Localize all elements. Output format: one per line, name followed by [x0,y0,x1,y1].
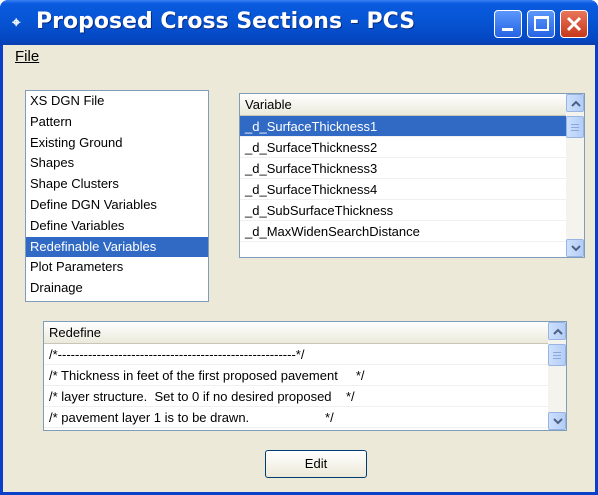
variable-row[interactable]: _d_SurfaceThickness4 [240,179,566,200]
redefine-row[interactable]: /* pavement layer 1 is to be drawn. */ [44,407,548,428]
chevron-down-icon [571,245,581,252]
redefine-scrollbar[interactable] [548,322,566,430]
title-bar[interactable]: ⌖ Proposed Cross Sections - PCS [0,0,598,45]
scroll-up-button[interactable] [566,94,584,112]
variable-scrollbar[interactable] [566,94,584,257]
variable-rows: _d_SurfaceThickness1 _d_SurfaceThickness2… [240,116,566,242]
scroll-down-button[interactable] [566,239,584,257]
scroll-down-button[interactable] [548,412,566,430]
menu-file[interactable]: File [15,48,39,65]
redefine-row[interactable]: /*--------------------------------------… [44,344,548,365]
redefine-row[interactable]: /* layer structure. Set to 0 if no desir… [44,386,548,407]
chevron-down-icon [553,418,563,425]
chevron-up-icon [553,328,563,335]
window-title: Proposed Cross Sections - PCS [36,9,416,34]
minimize-icon [502,28,513,31]
chevron-up-icon [571,100,581,107]
close-button[interactable] [560,10,588,38]
scroll-up-button[interactable] [548,322,566,340]
redefine-grid[interactable]: Redefine /*-----------------------------… [43,321,567,431]
variable-row[interactable]: _d_SubSurfaceThickness [240,200,566,221]
menu-bar: File [3,45,595,69]
category-item[interactable]: XS DGN File [26,91,208,112]
category-item[interactable]: Existing Ground [26,133,208,154]
edit-button[interactable]: Edit [265,450,367,478]
redefine-column-header[interactable]: Redefine [44,322,548,344]
redefine-rows: /*--------------------------------------… [44,344,548,428]
variable-column-header[interactable]: Variable [240,94,566,116]
pcs-window: ⌖ Proposed Cross Sections - PCS File XS … [0,0,598,495]
redefine-row[interactable]: /* Thickness in feet of the first propos… [44,365,548,386]
scroll-thumb[interactable] [566,116,584,138]
category-item[interactable]: Redefinable Variables [26,236,208,258]
maximize-icon [534,16,549,31]
minimize-button[interactable] [494,10,522,38]
variable-row[interactable]: _d_MaxWidenSearchDistance [240,221,566,242]
menu-file-label: File [15,48,40,65]
variable-row[interactable]: _d_SurfaceThickness1 [240,116,566,137]
category-item[interactable]: Define Variables [26,216,208,237]
variable-grid[interactable]: Variable _d_SurfaceThickness1 _d_SurfaceT… [239,93,585,258]
category-list[interactable]: XS DGN File Pattern Existing Ground Shapes S… [25,90,209,302]
category-item[interactable]: Plot Parameters [26,257,208,278]
category-item[interactable]: Shapes [26,153,208,174]
variable-row[interactable]: _d_SurfaceThickness3 [240,158,566,179]
close-icon [566,16,582,32]
category-item[interactable]: Shape Clusters [26,174,208,195]
scroll-thumb[interactable] [548,344,566,366]
category-item[interactable]: Drainage [26,278,208,299]
app-icon: ⌖ [12,13,21,31]
maximize-button[interactable] [527,10,555,38]
category-item[interactable]: Pattern [26,112,208,133]
category-item[interactable]: Define DGN Variables [26,195,208,216]
variable-row[interactable]: _d_SurfaceThickness2 [240,137,566,158]
